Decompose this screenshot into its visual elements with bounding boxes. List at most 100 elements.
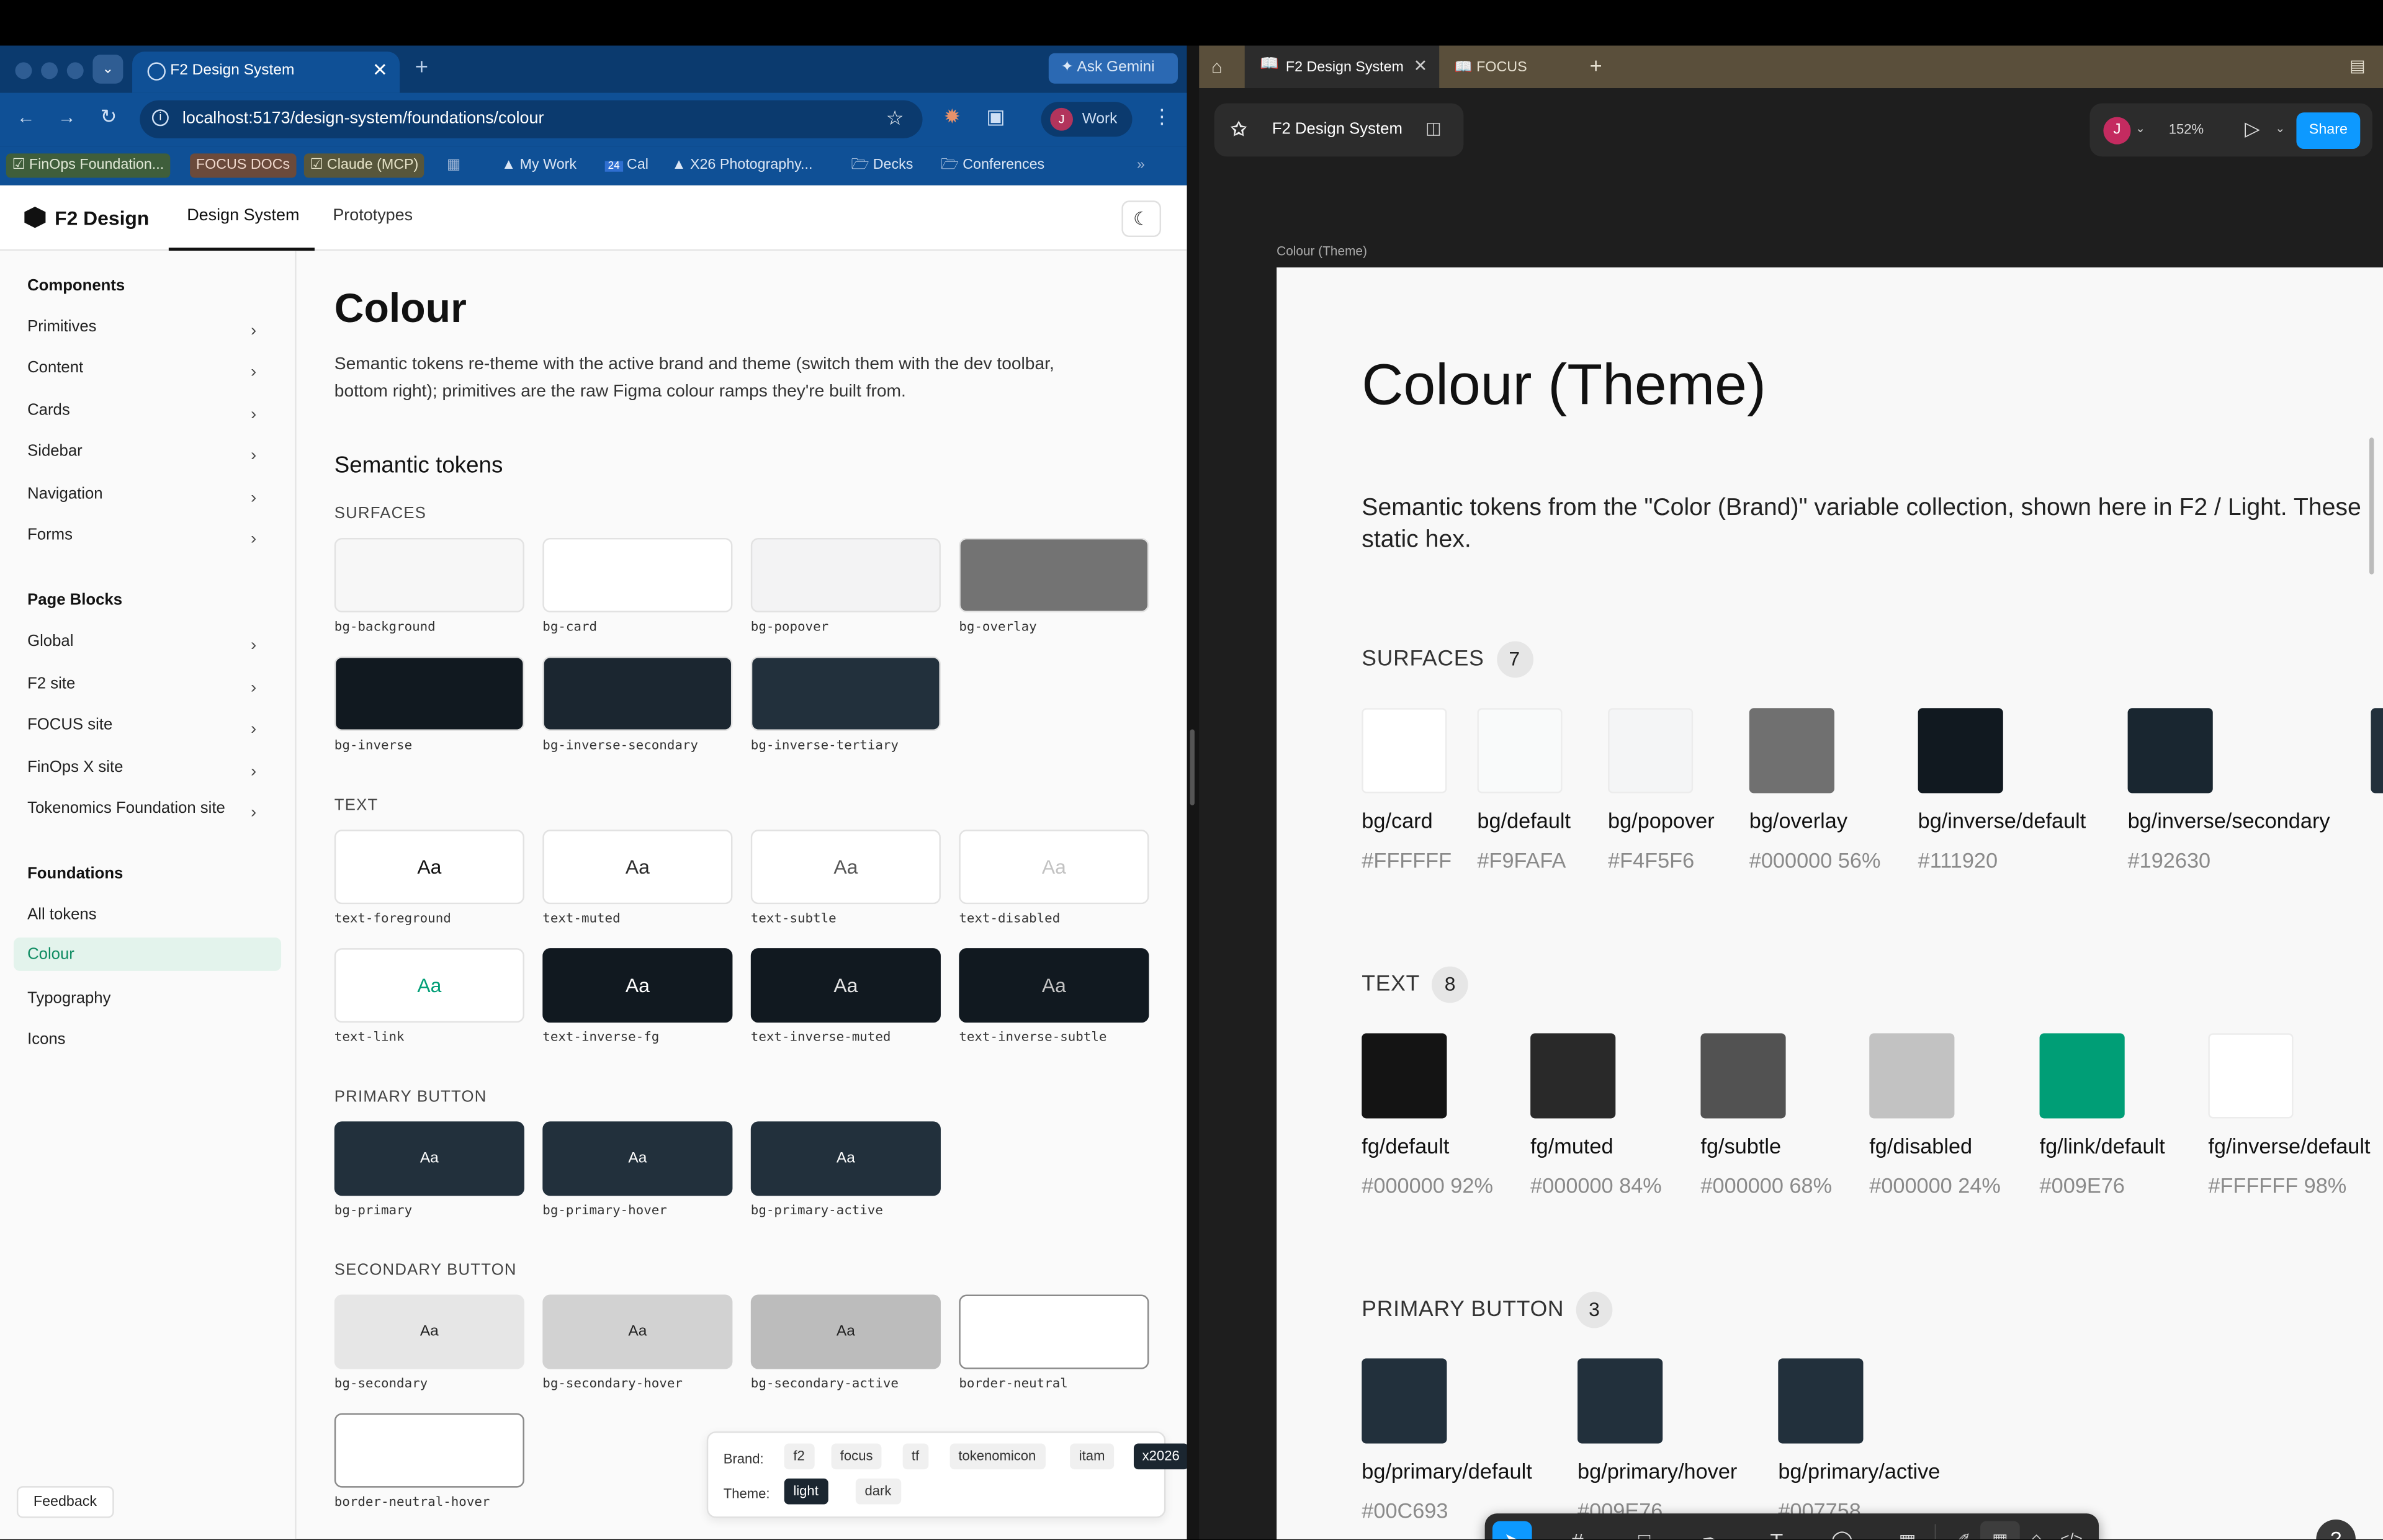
color-swatch[interactable] xyxy=(750,537,941,612)
option-chip[interactable]: dark xyxy=(855,1478,901,1505)
sidebar-item-tokenomics-site[interactable]: Tokenomics Foundation site › xyxy=(27,792,281,825)
color-swatch[interactable] xyxy=(542,656,733,731)
option-chip[interactable]: focus xyxy=(831,1443,882,1470)
color-swatch[interactable]: Aa xyxy=(750,948,941,1023)
bookmark-item[interactable]: ☑ FinOps Foundation... xyxy=(6,153,170,178)
color-swatch[interactable]: Aa xyxy=(334,1294,524,1369)
info-icon[interactable]: i xyxy=(151,109,169,127)
app-logo-text[interactable]: F2 Design xyxy=(55,207,149,230)
color-swatch[interactable] xyxy=(334,537,524,612)
sidebar-item-primitives[interactable]: Primitives › xyxy=(27,310,281,344)
color-swatch[interactable] xyxy=(959,537,1149,612)
frame-label[interactable]: Colour (Theme) xyxy=(1277,243,1367,258)
theme-toggle-moon-icon[interactable]: ☾ xyxy=(1121,200,1162,238)
option-chip[interactable]: f2 xyxy=(784,1443,814,1470)
draw-mode-icon[interactable]: ✐ xyxy=(1944,1521,1983,1539)
sidebar-item-forms[interactable]: Forms › xyxy=(27,518,281,552)
play-icon[interactable]: ▷ xyxy=(2245,117,2260,141)
zoom-level[interactable]: 152% xyxy=(2169,122,2204,137)
sidebar-item-finops-x-site[interactable]: FinOps X site › xyxy=(27,751,281,784)
split-handle[interactable] xyxy=(1190,729,1195,805)
figma-frame[interactable]: Colour (Theme) Semantic tokens from the … xyxy=(1277,267,2383,1539)
design-mode-icon[interactable]: ▦ xyxy=(1980,1521,2020,1539)
close-icon[interactable]: ✕ xyxy=(372,60,388,81)
feedback-button[interactable]: Feedback xyxy=(16,1486,114,1518)
frame-tool-hash-icon[interactable]: # xyxy=(1558,1521,1597,1539)
sidebar-item-sidebar[interactable]: Sidebar › xyxy=(27,434,281,468)
color-swatch[interactable]: Aa xyxy=(750,830,941,905)
option-chip[interactable]: tf xyxy=(902,1443,928,1470)
extensions-puzzle-icon[interactable]: ▣ xyxy=(986,105,1005,129)
avatar[interactable]: J xyxy=(2103,117,2131,145)
option-chip[interactable]: tokenomicon xyxy=(949,1443,1045,1470)
new-tab-button[interactable]: + xyxy=(415,55,428,81)
sidebar-item-navigation[interactable]: Navigation › xyxy=(27,477,281,511)
figma-canvas[interactable]: ✩ F2 Design System ◫ J ⌄ 152% ▷ ⌄ Share … xyxy=(1199,88,2383,1539)
window-zoom-button[interactable] xyxy=(66,62,84,79)
pen-tool-icon[interactable]: ✒ xyxy=(1690,1521,1730,1539)
home-icon[interactable]: ⌂ xyxy=(1211,56,1223,78)
color-swatch[interactable]: Aa xyxy=(959,830,1149,905)
dev-mode-code-icon[interactable]: </> xyxy=(2052,1521,2091,1539)
color-swatch[interactable]: Aa xyxy=(750,1294,941,1369)
figma-logo-icon[interactable]: ✩ xyxy=(1231,119,1247,140)
color-swatch[interactable]: Aa xyxy=(542,948,733,1023)
color-swatch[interactable]: Aa xyxy=(750,1121,941,1196)
close-icon[interactable]: ✕ xyxy=(1414,56,1428,76)
window-close-button[interactable] xyxy=(15,62,32,79)
panel-toggle-icon[interactable]: ▤ xyxy=(2349,56,2365,76)
chevron-more-icon[interactable]: » xyxy=(1131,153,1151,177)
bookmark-item[interactable]: FOCUS DOCs xyxy=(190,153,296,178)
sidebar-item-colour[interactable]: Colour xyxy=(14,938,282,971)
window-minimize-button[interactable] xyxy=(41,62,58,79)
new-tab-button[interactable]: + xyxy=(1590,53,1602,78)
sidebar-item-all-tokens[interactable]: All tokens xyxy=(27,898,281,931)
text-tool-icon[interactable]: T xyxy=(1757,1521,1797,1539)
ask-gemini-button[interactable]: ✦ Ask Gemini xyxy=(1048,53,1178,84)
bookmark-item[interactable]: ☑ Claude (MCP) xyxy=(303,153,425,178)
sidebar-toggle-icon[interactable]: ◫ xyxy=(1425,119,1441,138)
bookmark-item[interactable]: ▲ X26 Photography... xyxy=(666,153,819,177)
reload-icon[interactable]: ↻ xyxy=(101,105,117,129)
address-bar[interactable]: i localhost:5173/design-system/foundatio… xyxy=(140,100,923,138)
chevron-down-icon[interactable]: ⌄ xyxy=(2275,122,2285,135)
sidebar-item-typography[interactable]: Typography xyxy=(27,982,281,1015)
sidebar-item-focus-site[interactable]: FOCUS site › xyxy=(27,708,281,741)
color-swatch[interactable] xyxy=(542,537,733,612)
bookmark-folder[interactable]: 🗁 Decks xyxy=(845,153,920,177)
color-swatch[interactable] xyxy=(750,656,941,731)
canvas-scrollbar-vertical[interactable] xyxy=(2369,437,2374,575)
sidebar-item-global[interactable]: Global › xyxy=(27,625,281,658)
move-tool-cursor-icon[interactable]: ➤ xyxy=(1492,1521,1532,1539)
browser-tab-active[interactable]: F2 Design System ✕ xyxy=(132,51,400,93)
sidebar-item-cards[interactable]: Cards › xyxy=(27,393,281,427)
profile-chip[interactable]: J Work xyxy=(1041,102,1133,137)
color-swatch[interactable]: Aa xyxy=(542,830,733,905)
bookmark-folder[interactable]: 🗁 Conferences xyxy=(935,153,1051,177)
share-button[interactable]: Share xyxy=(2296,112,2361,150)
bookmark-item[interactable]: 24 Cal xyxy=(599,153,655,177)
bookmark-star-icon[interactable]: ☆ xyxy=(886,106,904,130)
sidebar-item-icons[interactable]: Icons xyxy=(27,1023,281,1056)
color-swatch[interactable]: Aa xyxy=(334,830,524,905)
file-name[interactable]: F2 Design System xyxy=(1272,120,1402,138)
color-swatch[interactable] xyxy=(334,1413,524,1488)
color-swatch[interactable] xyxy=(959,1294,1149,1369)
menu-kebab-icon[interactable]: ⋮ xyxy=(1152,105,1172,129)
color-swatch[interactable] xyxy=(334,656,524,731)
bookmark-item[interactable]: ▲ My Work xyxy=(495,153,582,177)
option-chip[interactable]: light xyxy=(784,1478,828,1505)
tab-search-button[interactable]: ⌄ xyxy=(92,55,123,84)
sidebar-item-content[interactable]: Content › xyxy=(27,351,281,385)
chevron-down-icon[interactable]: ⌄ xyxy=(2135,122,2145,135)
option-chip[interactable]: itam xyxy=(1070,1443,1115,1470)
nav-tab-design-system[interactable]: Design System xyxy=(187,207,299,225)
apps-grid-icon[interactable]: ▦ xyxy=(441,153,467,177)
comment-tool-icon[interactable]: ◯ xyxy=(1822,1521,1862,1539)
extension-burst-icon[interactable]: ✹ xyxy=(944,105,961,129)
component-mode-icon[interactable]: ◇ xyxy=(2017,1521,2057,1539)
color-swatch[interactable]: Aa xyxy=(334,1121,524,1196)
color-swatch[interactable]: Aa xyxy=(959,948,1149,1023)
nav-tab-prototypes[interactable]: Prototypes xyxy=(333,207,413,225)
sidebar-item-f2-site[interactable]: F2 site › xyxy=(27,667,281,701)
